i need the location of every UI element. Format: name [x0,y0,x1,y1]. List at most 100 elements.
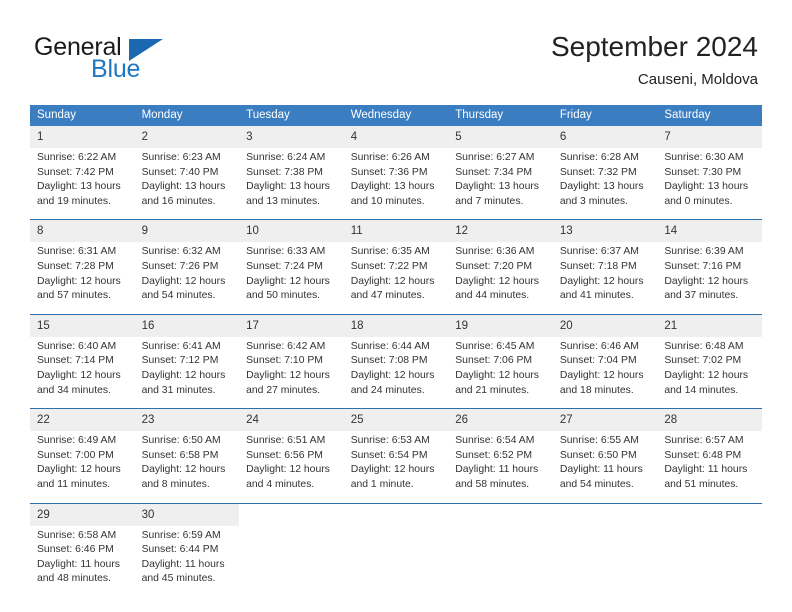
day-detail-cell[interactable]: Sunrise: 6:39 AM Sunset: 7:16 PM Daylight:… [657,242,762,315]
day-number-cell[interactable]: 8 [30,219,135,243]
week-detail-row: Sunrise: 6:22 AM Sunset: 7:42 PM Daylight:… [30,148,762,220]
day-detail-cell[interactable]: Sunrise: 6:40 AM Sunset: 7:14 PM Daylight:… [30,336,135,409]
day-number-cell[interactable]: 1 [30,126,135,148]
day-number-cell[interactable]: 7 [657,126,762,148]
day-number-cell[interactable]: 29 [30,502,135,526]
day-detail-line: Sunrise: 6:27 AM [455,152,535,163]
day-detail-line: Daylight: 12 hours [559,369,644,381]
week-detail-row: Sunrise: 6:40 AM Sunset: 7:14 PM Daylight:… [30,336,762,409]
day-detail-line: Sunset: 7:02 PM [664,355,742,367]
day-number-cell[interactable]: 4 [343,126,449,148]
day-detail-line: Daylight: 12 hours [246,464,330,476]
day-number-cell[interactable]: 15 [30,313,135,337]
day-detail-line: Sunrise: 6:23 AM [141,152,221,163]
empty-day-detail-cell [552,525,658,597]
empty-day-detail-cell [239,525,344,597]
week-detail-row: Sunrise: 6:58 AM Sunset: 6:46 PM Daylight:… [30,525,762,597]
day-detail-line: and 4 minutes. [246,478,315,490]
day-detail-line: and 54 minutes. [559,478,634,490]
day-detail-cell[interactable]: Sunrise: 6:26 AM Sunset: 7:36 PM Daylight:… [343,148,449,220]
day-detail-cell[interactable]: Sunrise: 6:50 AM Sunset: 6:58 PM Daylight:… [134,431,240,503]
empty-day-detail-cell [343,525,449,597]
day-number-cell[interactable]: 25 [343,408,449,432]
day-number-cell[interactable]: 26 [448,408,553,432]
day-detail-line: Sunset: 7:42 PM [37,166,114,178]
day-detail-cell[interactable]: Sunrise: 6:49 AM Sunset: 7:00 PM Daylight:… [30,431,135,503]
day-number-cell[interactable]: 5 [448,126,553,148]
day-detail-line: Daylight: 12 hours [350,369,435,381]
day-detail-cell[interactable]: Sunrise: 6:35 AM Sunset: 7:22 PM Daylight:… [343,242,449,315]
day-detail-line: and 8 minutes. [141,478,210,490]
day-detail-cell[interactable]: Sunrise: 6:22 AM Sunset: 7:42 PM Daylight:… [30,148,135,220]
day-number-cell[interactable]: 23 [134,408,240,432]
day-number-cell[interactable]: 24 [239,408,344,432]
day-detail-cell[interactable]: Sunrise: 6:31 AM Sunset: 7:28 PM Daylight:… [30,242,135,315]
day-detail-cell[interactable]: Sunrise: 6:37 AM Sunset: 7:18 PM Daylight:… [552,242,658,315]
day-number-cell[interactable]: 19 [448,313,553,337]
day-number-cell[interactable]: 30 [134,502,240,526]
day-detail-line: Sunrise: 6:37 AM [559,246,639,258]
day-detail-cell[interactable]: Sunrise: 6:55 AM Sunset: 6:50 PM Daylight:… [552,431,658,503]
week-detail-row: Sunrise: 6:31 AM Sunset: 7:28 PM Daylight:… [30,242,762,315]
day-detail-line: Sunset: 6:46 PM [37,544,114,556]
day-detail-line: and 34 minutes. [37,384,111,396]
day-number-cell[interactable]: 3 [239,126,344,148]
day-detail-line: Daylight: 12 hours [350,464,435,476]
day-detail-line: Sunrise: 6:49 AM [37,435,117,447]
day-detail-cell[interactable]: Sunrise: 6:36 AM Sunset: 7:20 PM Daylight:… [448,242,553,315]
day-detail-line: and 51 minutes. [664,478,739,490]
empty-day-number-cell [343,502,449,526]
day-detail-cell[interactable]: Sunrise: 6:32 AM Sunset: 7:26 PM Daylight:… [134,242,240,315]
day-number-cell[interactable]: 9 [134,219,240,243]
day-detail-cell[interactable]: Sunrise: 6:23 AM Sunset: 7:40 PM Daylight:… [134,148,240,220]
day-detail-line: Sunrise: 6:50 AM [141,435,221,447]
day-number-cell[interactable]: 21 [657,313,762,337]
day-number-cell[interactable]: 2 [134,126,240,148]
day-detail-cell[interactable]: Sunrise: 6:41 AM Sunset: 7:12 PM Daylight:… [134,336,240,409]
day-detail-cell[interactable]: Sunrise: 6:28 AM Sunset: 7:32 PM Daylight:… [552,148,658,220]
day-detail-cell[interactable]: Sunrise: 6:33 AM Sunset: 7:24 PM Daylight:… [239,242,344,315]
day-detail-line: and 14 minutes. [664,384,739,396]
general-blue-logo[interactable]: General Blue [34,34,254,90]
title-block: September 2024 Causeni, Moldova [551,30,758,90]
day-number-cell[interactable]: 28 [657,408,762,432]
day-detail-line: Sunrise: 6:22 AM [37,152,117,163]
day-detail-line: Daylight: 13 hours [664,181,749,193]
day-detail-cell[interactable]: Sunrise: 6:46 AM Sunset: 7:04 PM Daylight:… [552,336,658,409]
day-detail-cell[interactable]: Sunrise: 6:59 AM Sunset: 6:44 PM Daylight:… [134,525,240,597]
day-detail-line: Sunrise: 6:46 AM [559,340,639,352]
day-number-cell[interactable]: 20 [552,313,658,337]
day-number-cell[interactable]: 14 [657,219,762,243]
day-number-cell[interactable]: 6 [552,126,658,148]
day-number-cell[interactable]: 13 [552,219,658,243]
weekday-header-tuesday: Tuesday [239,105,344,126]
day-detail-cell[interactable]: Sunrise: 6:27 AM Sunset: 7:34 PM Daylight:… [448,148,553,220]
day-detail-cell[interactable]: Sunrise: 6:42 AM Sunset: 7:10 PM Daylight:… [239,336,344,409]
day-detail-line: and 3 minutes. [559,195,628,207]
day-number-cell[interactable]: 16 [134,313,240,337]
day-detail-line: Sunset: 6:48 PM [664,449,742,461]
empty-day-number-cell [657,502,762,526]
day-detail-cell[interactable]: Sunrise: 6:53 AM Sunset: 6:54 PM Daylight:… [343,431,449,503]
day-number-cell[interactable]: 17 [239,313,344,337]
day-detail-cell[interactable]: Sunrise: 6:45 AM Sunset: 7:06 PM Daylight:… [448,336,553,409]
day-detail-line: and 45 minutes. [141,573,216,585]
day-detail-cell[interactable]: Sunrise: 6:54 AM Sunset: 6:52 PM Daylight:… [448,431,553,503]
day-detail-cell[interactable]: Sunrise: 6:58 AM Sunset: 6:46 PM Daylight:… [30,525,135,597]
week-date-row: 29 30 [30,502,762,526]
day-number-cell[interactable]: 10 [239,219,344,243]
day-number-cell[interactable]: 22 [30,408,135,432]
day-number-cell[interactable]: 18 [343,313,449,337]
day-detail-line: Daylight: 12 hours [141,275,226,287]
day-number-cell[interactable]: 12 [448,219,553,243]
day-detail-cell[interactable]: Sunrise: 6:51 AM Sunset: 6:56 PM Daylight:… [239,431,344,503]
day-number-cell[interactable]: 27 [552,408,658,432]
weekday-header-row: Sunday Monday Tuesday Wednesday Thursday… [30,105,762,126]
day-detail-cell[interactable]: Sunrise: 6:30 AM Sunset: 7:30 PM Daylight:… [657,148,762,220]
day-detail-line: Sunset: 7:40 PM [141,166,219,178]
day-number-cell[interactable]: 11 [343,219,449,243]
day-detail-cell[interactable]: Sunrise: 6:57 AM Sunset: 6:48 PM Daylight:… [657,431,762,503]
day-detail-cell[interactable]: Sunrise: 6:44 AM Sunset: 7:08 PM Daylight:… [343,336,449,409]
day-detail-cell[interactable]: Sunrise: 6:48 AM Sunset: 7:02 PM Daylight:… [657,336,762,409]
day-detail-cell[interactable]: Sunrise: 6:24 AM Sunset: 7:38 PM Daylight:… [239,148,344,220]
